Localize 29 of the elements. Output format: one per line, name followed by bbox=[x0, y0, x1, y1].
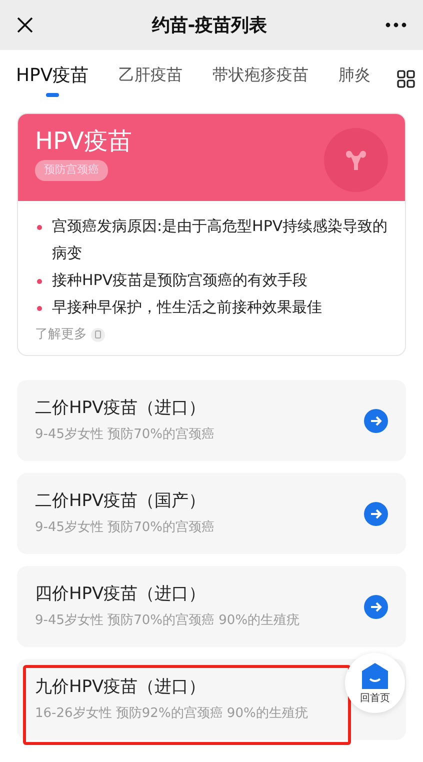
tab[interactable]: HPV疫苗 bbox=[16, 62, 89, 96]
tab[interactable]: 肺炎 bbox=[338, 63, 371, 95]
vaccine-card[interactable]: 四价HPV疫苗（进口） 9-45岁女性 预防70%的宫颈癌 90%的生殖疣 bbox=[17, 566, 406, 646]
vaccine-card[interactable]: 二价HPV疫苗（进口） 9-45岁女性 预防70%的宫颈癌 bbox=[17, 380, 406, 460]
vaccine-description: 9-45岁女性 预防70%的宫颈癌 90%的生殖疣 bbox=[35, 612, 300, 630]
bullet-text: 宫颈癌发病原因:是由于高危型HPV持续感染导致的病变 bbox=[52, 216, 388, 264]
vaccine-description: 16-26岁女性 预防92%的宫颈癌 90%的生殖疣 bbox=[35, 705, 308, 723]
tab[interactable]: 乙肝疫苗 bbox=[118, 63, 183, 95]
vaccine-card[interactable]: 二价HPV疫苗（国产） 9-45岁女性 预防70%的宫颈癌 bbox=[17, 472, 406, 554]
bullet-icon bbox=[37, 306, 42, 311]
grid-icon[interactable] bbox=[397, 70, 415, 88]
bullet-text: 接种HPV疫苗是预防宫颈癌的有效手段 bbox=[52, 270, 308, 291]
vaccine-name: 四价HPV疫苗（进口） bbox=[35, 582, 207, 606]
bullet-icon bbox=[37, 225, 42, 230]
tag: 预防宫颈癌 bbox=[35, 160, 108, 181]
vaccine-name: 二价HPV疫苗（国产） bbox=[35, 490, 207, 512]
vaccine-name: 二价HPV疫苗（进口） bbox=[35, 396, 207, 420]
bullet-icon bbox=[37, 279, 42, 284]
tab[interactable]: 带状疱疹疫苗 bbox=[212, 63, 309, 95]
more-icon[interactable] bbox=[384, 22, 407, 28]
vaccine-description: 9-45岁女性 预防70%的宫颈癌 bbox=[35, 519, 215, 537]
copy-icon bbox=[91, 328, 105, 342]
window-title: 约苗-疫苗列表 bbox=[152, 14, 268, 38]
bullet-text: 早接种早保护，性生活之前接种效果最佳 bbox=[52, 297, 322, 318]
vaccine-description: 9-45岁女性 预防70%的宫颈癌 bbox=[35, 426, 215, 444]
card-title: HPV疫苗 bbox=[35, 128, 132, 154]
close-icon[interactable] bbox=[16, 16, 34, 34]
home-icon bbox=[360, 661, 390, 691]
vaccine-name: 九价HPV疫苗（进口） bbox=[35, 676, 207, 698]
